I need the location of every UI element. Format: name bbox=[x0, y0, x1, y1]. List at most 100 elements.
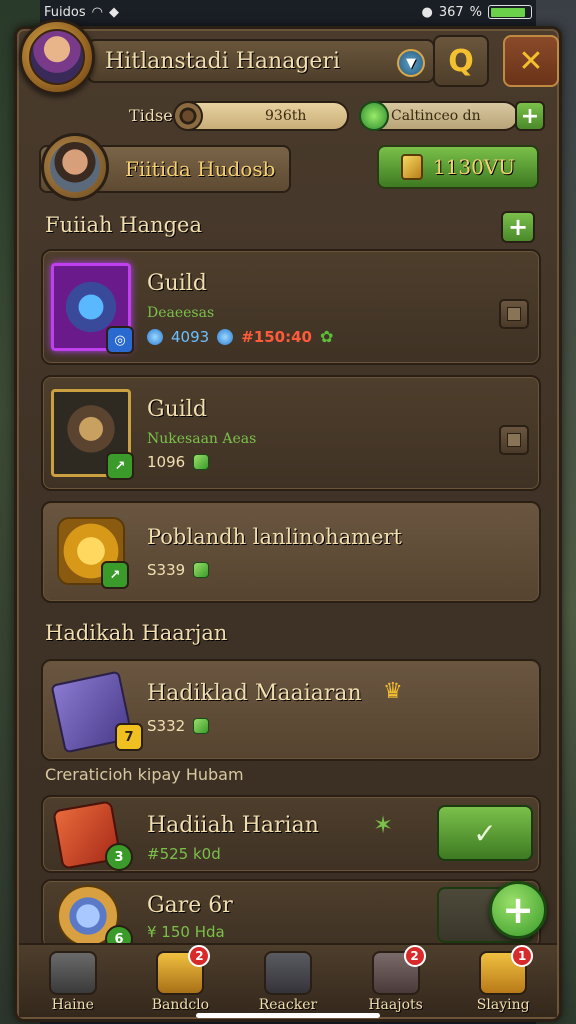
card-stats: S332 bbox=[147, 717, 210, 735]
header: Hitlanstadi Hanageri ▼ Q ✕ bbox=[17, 19, 559, 97]
nav-label: Bandclo bbox=[151, 997, 210, 1013]
reward-card-4[interactable]: 6 Gare 6r ¥ 150 Hda + bbox=[41, 879, 547, 953]
reward-card-2[interactable]: 7 Hadiklad Maaiaran ♛ S332 bbox=[41, 659, 541, 761]
bottom-nav: Haine 2 Bandclo Reacker 2 Haajots 1 Slay… bbox=[19, 943, 557, 1017]
close-icon: ✕ bbox=[518, 43, 544, 79]
item-badge-icon: ↗ bbox=[106, 452, 134, 480]
carrier-label: Fuidos bbox=[44, 4, 86, 20]
gold-value: 1130VU bbox=[432, 155, 516, 179]
checkmark-icon: ✓ bbox=[473, 816, 497, 850]
currency-label: Tidse bbox=[129, 106, 173, 125]
reward-card-3[interactable]: 3 Hadiiah Harian ✶ #525 k0d ✓ bbox=[41, 795, 541, 873]
notification-badge: 1 bbox=[511, 945, 534, 967]
card-stat: S339 bbox=[147, 561, 186, 579]
card-stat: S332 bbox=[147, 717, 186, 735]
item-badge-icon: ◎ bbox=[106, 326, 134, 354]
card-stats: #525 k0d bbox=[147, 845, 221, 863]
nav-ranking[interactable]: 1 Slaying bbox=[453, 943, 553, 1013]
emblem-icon[interactable]: ▼ bbox=[397, 49, 425, 77]
count-badge: 3 bbox=[105, 843, 133, 871]
wifi-icon: ◠ bbox=[91, 4, 103, 20]
claim-button[interactable]: ✓ bbox=[437, 805, 533, 861]
player-avatar[interactable] bbox=[19, 19, 95, 95]
add-currency-button[interactable]: + bbox=[515, 101, 545, 131]
hammer-icon: ↗ bbox=[51, 389, 134, 480]
nav-label: Reacker bbox=[258, 997, 318, 1013]
coin-icon bbox=[217, 328, 234, 345]
cash-icon bbox=[193, 454, 210, 470]
nav-quests[interactable]: 2 Haajots bbox=[346, 943, 446, 1013]
item-title: Guild bbox=[147, 397, 207, 422]
card-stats: ¥ 150 Hda bbox=[147, 923, 225, 941]
status-bar: Fuidos ◠ ◆ ● 367 % bbox=[0, 0, 576, 24]
item-stats: 1096 bbox=[147, 453, 210, 471]
plus-icon: + bbox=[507, 213, 529, 241]
title-bar: Hitlanstadi Hanageri ▼ bbox=[87, 39, 435, 83]
coins-pill[interactable]: 936th bbox=[173, 101, 349, 131]
gem-icon bbox=[147, 328, 163, 345]
add-button[interactable]: + bbox=[489, 881, 547, 939]
card-title: Hadiklad Maaiaran bbox=[147, 681, 362, 706]
card-title: Hadiiah Harian bbox=[147, 813, 319, 838]
nav-home[interactable]: Haine bbox=[23, 943, 123, 1013]
item-toggle[interactable] bbox=[499, 425, 529, 455]
item-subtitle: Nukesaan Aeas bbox=[147, 431, 257, 447]
item-card-2[interactable]: ↗ Guild Nukesaan Aeas 1096 bbox=[41, 375, 541, 491]
reward-card-1[interactable]: ↗ Poblandh lanlinohamert S339 bbox=[41, 501, 541, 603]
level-badge: 7 bbox=[115, 723, 143, 751]
item-title: Guild bbox=[147, 271, 207, 296]
card-title: Poblandh lanlinohamert bbox=[147, 525, 402, 549]
item-stat-1: 4093 bbox=[171, 327, 210, 346]
item-toggle[interactable] bbox=[499, 299, 529, 329]
hero-portrait bbox=[50, 142, 100, 192]
battery-icon bbox=[488, 5, 532, 19]
plus-icon: + bbox=[520, 103, 540, 129]
hero-avatar[interactable] bbox=[41, 133, 109, 201]
currency-row: Tidse 936th Caltinceo dn + bbox=[17, 97, 559, 137]
plus-icon: + bbox=[502, 888, 534, 932]
profile-row: Fiitida Hudosb 1130VU bbox=[17, 133, 559, 201]
section-add-button[interactable]: + bbox=[501, 211, 535, 243]
item-stat-2: #150:40 bbox=[241, 327, 312, 346]
card-stat: #525 k0d bbox=[147, 845, 221, 863]
item-card-1[interactable]: ◎ Guild Deaeesas 4093 #150:40 ✿ bbox=[41, 249, 541, 365]
section-title-1: Fuiiah Hangea bbox=[45, 213, 202, 237]
avatar-portrait bbox=[29, 29, 85, 85]
gems-pill[interactable]: Caltinceo dn bbox=[359, 101, 519, 131]
nav-bag[interactable]: 2 Bandclo bbox=[130, 943, 230, 1013]
card-title: Gare 6r bbox=[147, 893, 233, 918]
nav-label: Haajots bbox=[368, 997, 423, 1013]
badge-icon: ↗ bbox=[101, 561, 129, 589]
signal-label: % bbox=[469, 4, 482, 20]
sword-icon: ◎ bbox=[51, 263, 134, 354]
page-title: Hitlanstadi Hanageri bbox=[105, 48, 340, 74]
home-icon bbox=[48, 951, 97, 995]
notification-badge: 2 bbox=[188, 945, 211, 967]
sparkle-icon: ✶ bbox=[373, 811, 394, 839]
gem-icon bbox=[359, 101, 389, 131]
location-icon: ◆ bbox=[108, 4, 119, 20]
section-note: Creraticioh kipay Hubam bbox=[45, 765, 244, 784]
item-stat-1: 1096 bbox=[147, 453, 186, 471]
search-button[interactable]: Q bbox=[433, 35, 489, 87]
card-stat: ¥ 150 Hda bbox=[147, 923, 225, 941]
home-indicator[interactable] bbox=[196, 1013, 380, 1018]
nav-label: Slaying bbox=[476, 997, 530, 1013]
clover-icon: ✿ bbox=[319, 327, 334, 346]
section-title-2: Hadikah Haarjan bbox=[45, 621, 228, 645]
item-stats: 4093 #150:40 ✿ bbox=[147, 327, 333, 346]
manager-panel: Hitlanstadi Hanageri ▼ Q ✕ Tidse 936th C… bbox=[14, 19, 562, 1022]
crown-icon: ♛ bbox=[383, 679, 403, 704]
search-icon: Q bbox=[448, 43, 474, 79]
alarm-icon: ● bbox=[421, 4, 433, 20]
gold-chest-icon: ↗ bbox=[57, 517, 129, 589]
gold-button[interactable]: 1130VU bbox=[377, 145, 539, 189]
nav-forge[interactable]: Reacker bbox=[238, 943, 338, 1013]
coins-value: 936th bbox=[265, 108, 307, 124]
close-button[interactable]: ✕ bbox=[503, 35, 559, 87]
notification-badge: 2 bbox=[403, 945, 426, 967]
cash-icon bbox=[193, 718, 210, 734]
card-stats: S339 bbox=[147, 561, 210, 579]
item-subtitle: Deaeesas bbox=[147, 305, 215, 321]
gems-value: Caltinceo dn bbox=[391, 108, 481, 124]
